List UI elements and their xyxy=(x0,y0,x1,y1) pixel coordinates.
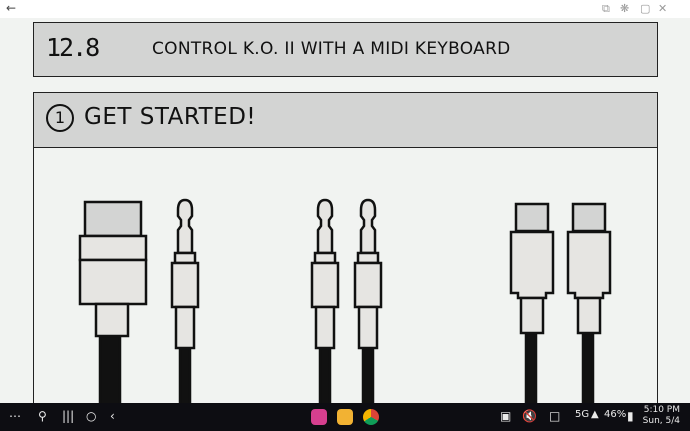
jack-plug-3 xyxy=(353,198,383,403)
usb-c-plug-1 xyxy=(509,202,555,403)
usb-c-plug-2 xyxy=(566,202,612,403)
jack-plug-1 xyxy=(170,198,200,403)
screenshot-icon[interactable]: ▣ xyxy=(500,409,511,423)
step-number-badge: 1 xyxy=(46,104,74,132)
cables-illustration-svg xyxy=(78,198,612,403)
signal-icon: ▲ xyxy=(591,409,599,420)
chrome-icon[interactable] xyxy=(363,409,379,425)
time-text: 5:10 PM xyxy=(643,405,680,415)
apps-grid-icon[interactable]: ⋯ xyxy=(9,409,21,423)
back-arrow-icon[interactable]: ← xyxy=(6,1,16,15)
close-icon[interactable]: ✕ xyxy=(658,2,667,15)
battery-level: 46% xyxy=(604,409,627,420)
nav-back-icon[interactable]: ‹ xyxy=(110,409,115,423)
jack-plug-2 xyxy=(310,198,340,403)
search-icon[interactable]: ⚲ xyxy=(38,409,47,423)
network-indicator: 5G xyxy=(575,409,590,420)
window-icon[interactable]: ▢ xyxy=(640,2,650,15)
section-title: CONTROL K.O. II WITH A MIDI KEYBOARD xyxy=(152,39,511,59)
section-header: 12.8 CONTROL K.O. II WITH A MIDI KEYBOAR… xyxy=(33,22,658,77)
step-title: GET STARTED! xyxy=(84,104,257,130)
home-icon[interactable]: ○ xyxy=(86,409,96,423)
flower-app-icon[interactable] xyxy=(311,409,327,425)
files-app-icon[interactable] xyxy=(337,409,353,425)
copy-icon[interactable]: ⧉ xyxy=(602,2,610,16)
navigation-bar: ⋯ ⚲ ||| ○ ‹ ▣ 🔇 □ 5G ▲ 46% ▮ 5:10 PM Sun… xyxy=(0,403,690,431)
pin-icon[interactable]: ❋ xyxy=(620,2,629,15)
top-status-bar: ← ⧉ ❋ ▢ ✕ xyxy=(0,0,690,18)
mute-icon: 🔇 xyxy=(522,409,537,423)
midi-plug xyxy=(78,200,148,403)
step-header: 1 GET STARTED! xyxy=(33,92,658,148)
document-page: 12.8 CONTROL K.O. II WITH A MIDI KEYBOAR… xyxy=(0,18,690,403)
recents-icon[interactable]: ||| xyxy=(62,409,74,423)
date-text: Sun, 5/4 xyxy=(642,416,680,426)
clock: 5:10 PM Sun, 5/4 xyxy=(643,405,680,427)
battery-icon: ▮ xyxy=(627,409,634,423)
section-number: 12.8 xyxy=(46,33,100,62)
message-icon[interactable]: □ xyxy=(549,409,560,423)
cables-illustration xyxy=(33,148,658,403)
